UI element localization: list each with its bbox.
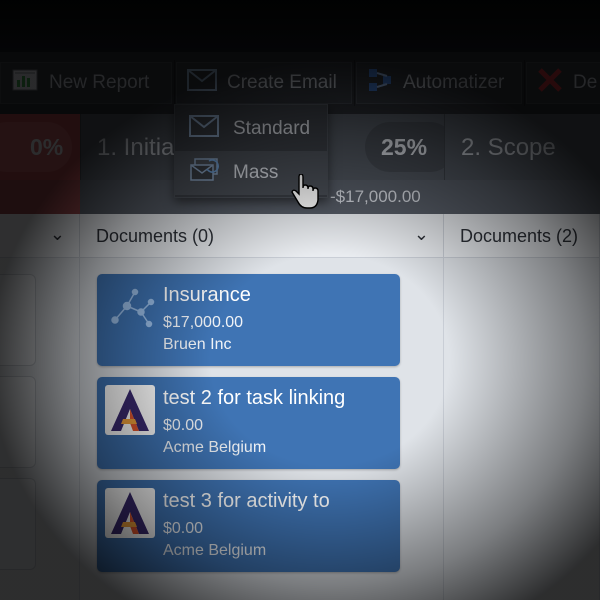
stage-percent: 0% <box>30 134 64 160</box>
report-icon <box>11 68 39 98</box>
card-company: Acme Belgium <box>163 542 267 559</box>
card-amount: $17,000.00 <box>163 314 244 331</box>
new-report-button[interactable]: New Report <box>0 62 172 104</box>
app-screen: New Report Create Email Automatizer De 0… <box>0 0 600 600</box>
card-company: Bruen Inc <box>163 336 232 353</box>
envelope-icon <box>187 69 217 97</box>
column-body-0 <box>0 258 80 600</box>
a-logo-icon <box>105 385 155 435</box>
create-email-label: Create Email <box>227 72 337 93</box>
stage-0[interactable]: 0% <box>0 114 80 180</box>
stage-2[interactable]: 2. Scope <box>444 114 600 180</box>
card-amount: $0.00 <box>163 520 204 537</box>
card-placeholder[interactable] <box>0 274 36 366</box>
menu-item-standard[interactable]: Standard <box>175 107 327 151</box>
card-amount: $0.00 <box>163 417 204 434</box>
delete-label: De <box>573 72 598 93</box>
card-title: test 3 for activity to <box>163 490 330 512</box>
automatizer-button[interactable]: Automatizer <box>356 62 522 104</box>
column-header-label: Documents (0) <box>96 226 215 246</box>
delete-button[interactable]: De <box>526 62 600 104</box>
card-title: Insurance <box>163 284 251 306</box>
column-header-0[interactable]: ⌄ <box>0 214 80 258</box>
chevron-down-icon[interactable]: ⌄ <box>414 224 429 245</box>
stage-title: 2. Scope <box>461 134 556 161</box>
top-band <box>0 0 600 52</box>
opportunity-card[interactable]: test 2 for task linking $0.00 Acme Belgi… <box>97 377 400 469</box>
opportunity-card[interactable]: test 3 for activity to $0.00 Acme Belgiu… <box>97 480 400 572</box>
opportunity-card[interactable]: Insurance $17,000.00 Bruen Inc <box>97 274 400 366</box>
automatizer-label: Automatizer <box>403 72 505 93</box>
molecule-icon <box>105 282 155 332</box>
a-logo-icon <box>105 488 155 538</box>
new-report-label: New Report <box>49 72 150 93</box>
card-placeholder[interactable] <box>0 478 36 570</box>
stage-amount: -$17,000.00 <box>330 187 421 206</box>
mass-email-icon <box>189 157 219 189</box>
stage-title: 1. Initia <box>97 134 175 161</box>
chevron-down-icon[interactable]: ⌄ <box>50 224 65 245</box>
stage-percent: 25% <box>381 134 428 160</box>
card-title: test 2 for task linking <box>163 387 346 409</box>
card-company: Acme Belgium <box>163 439 267 456</box>
create-email-button[interactable]: Create Email <box>176 62 352 104</box>
menu-item-label: Standard <box>233 118 311 139</box>
hand-cursor-icon <box>290 173 320 217</box>
delete-x-icon <box>537 67 563 99</box>
column-body-2 <box>444 258 600 600</box>
menu-item-label: Mass <box>233 162 279 183</box>
column-header-1[interactable]: Documents (0) ⌄ <box>80 214 444 258</box>
envelope-icon <box>189 115 219 143</box>
card-placeholder[interactable] <box>0 376 36 468</box>
flow-icon <box>367 67 393 99</box>
column-header-label: Documents (2) <box>460 226 579 246</box>
column-header-2[interactable]: Documents (2) <box>444 214 600 258</box>
